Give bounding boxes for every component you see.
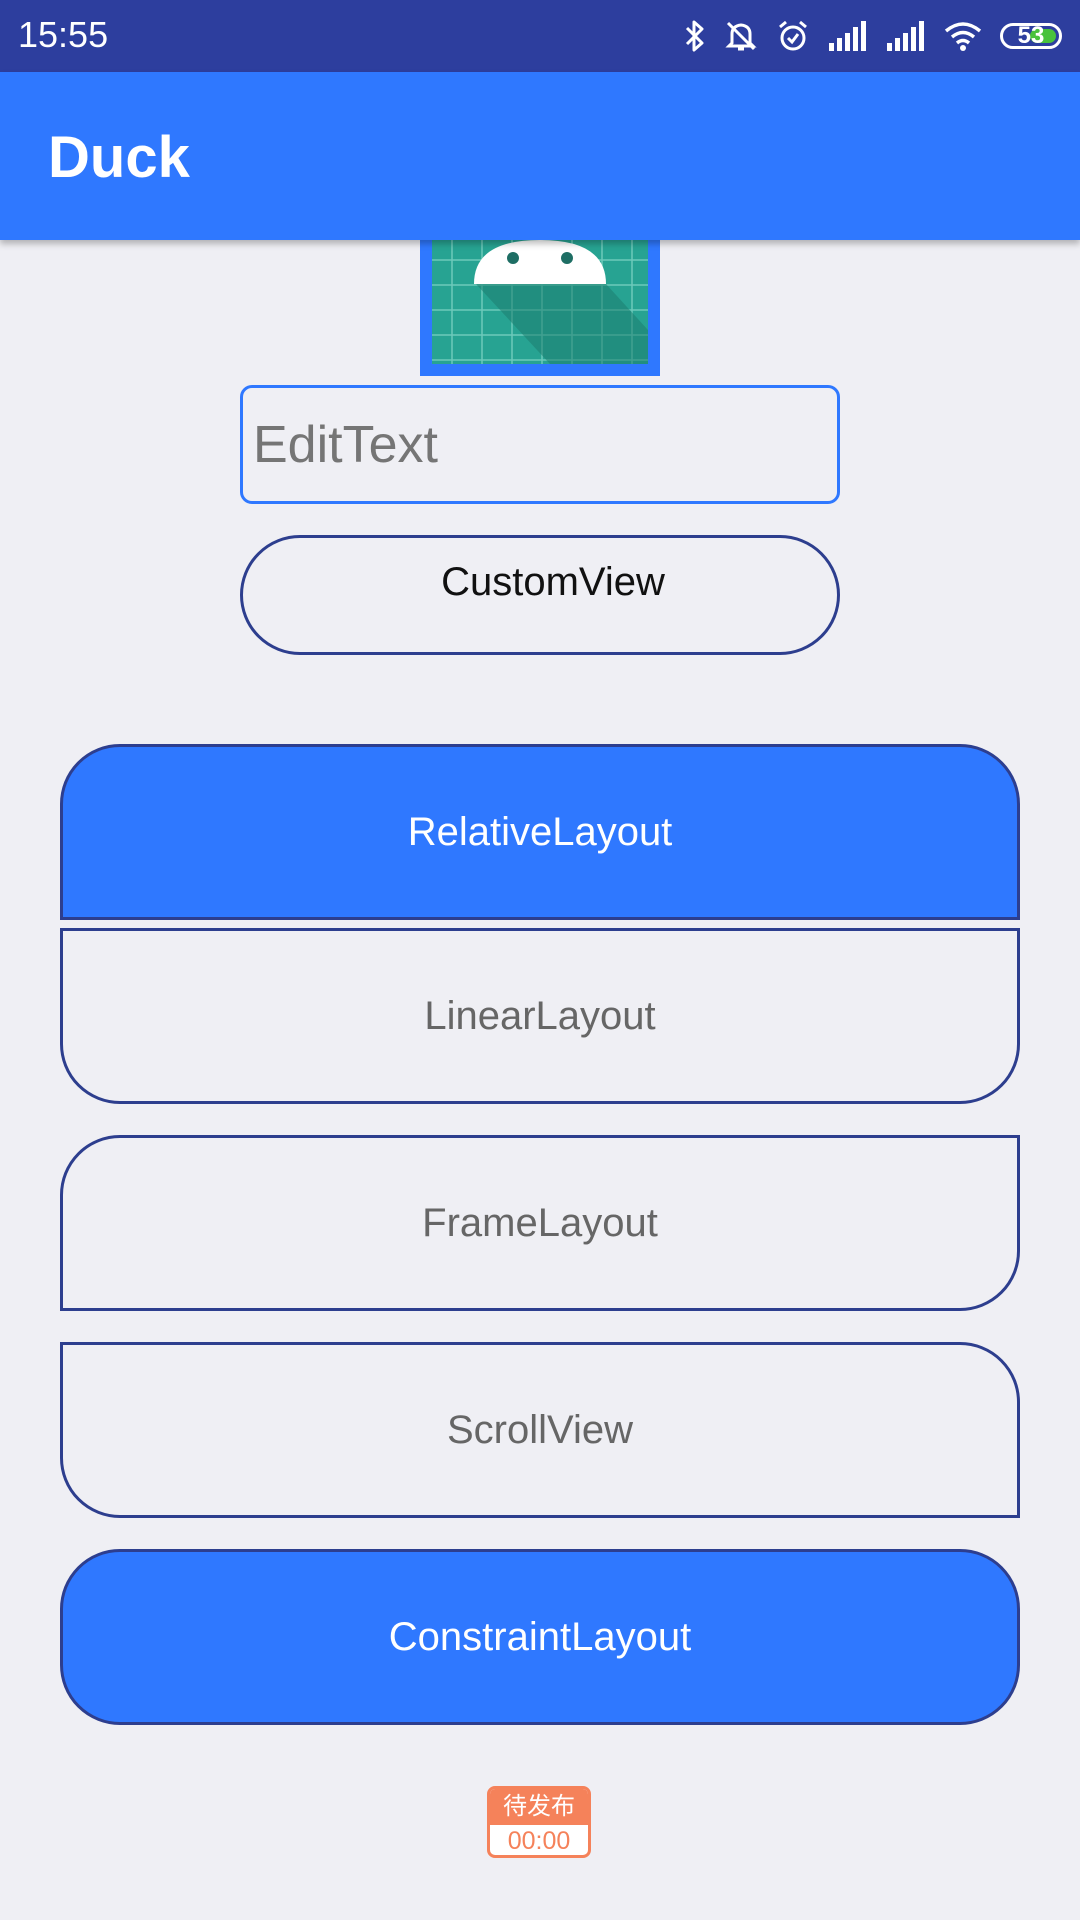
linear-layout-label: LinearLayout <box>424 993 656 1038</box>
signal-icon <box>829 21 866 51</box>
status-bar: 15:55 53 <box>0 0 1080 72</box>
edittext-input[interactable] <box>240 385 840 504</box>
scroll-view-button[interactable]: ScrollView <box>60 1342 1020 1518</box>
signal-icon <box>887 21 924 51</box>
relative-layout-button[interactable]: RelativeLayout <box>60 744 1020 920</box>
frame-layout-label: FrameLayout <box>422 1200 658 1245</box>
battery-level: 53 <box>1017 22 1045 49</box>
status-time: 15:55 <box>18 14 109 55</box>
linear-layout-button[interactable]: LinearLayout <box>60 928 1020 1104</box>
wifi-icon <box>944 22 982 51</box>
android-grid-image <box>420 240 660 376</box>
frame-layout-button[interactable]: FrameLayout <box>60 1135 1020 1311</box>
customview-button[interactable]: CustomView <box>240 535 840 655</box>
bluetooth-icon <box>685 20 704 52</box>
badge-time: 00:00 <box>507 1827 571 1855</box>
relative-layout-label: RelativeLayout <box>407 809 673 854</box>
status-icons: 53 <box>684 16 1062 56</box>
constraint-layout-label: ConstraintLayout <box>388 1614 692 1659</box>
alarm-icon <box>779 20 807 51</box>
mute-icon <box>725 21 757 51</box>
customview-label: CustomView <box>441 560 665 604</box>
battery-icon: 53 <box>1000 22 1062 49</box>
badge-label: 待发布 <box>490 1789 588 1825</box>
constraint-layout-button[interactable]: ConstraintLayout <box>60 1549 1020 1725</box>
scroll-view-label: ScrollView <box>447 1407 633 1452</box>
pending-publish-badge[interactable]: 待发布 00:00 <box>487 1786 591 1858</box>
app-bar: Duck <box>0 72 1080 240</box>
app-title: Duck <box>48 125 190 190</box>
